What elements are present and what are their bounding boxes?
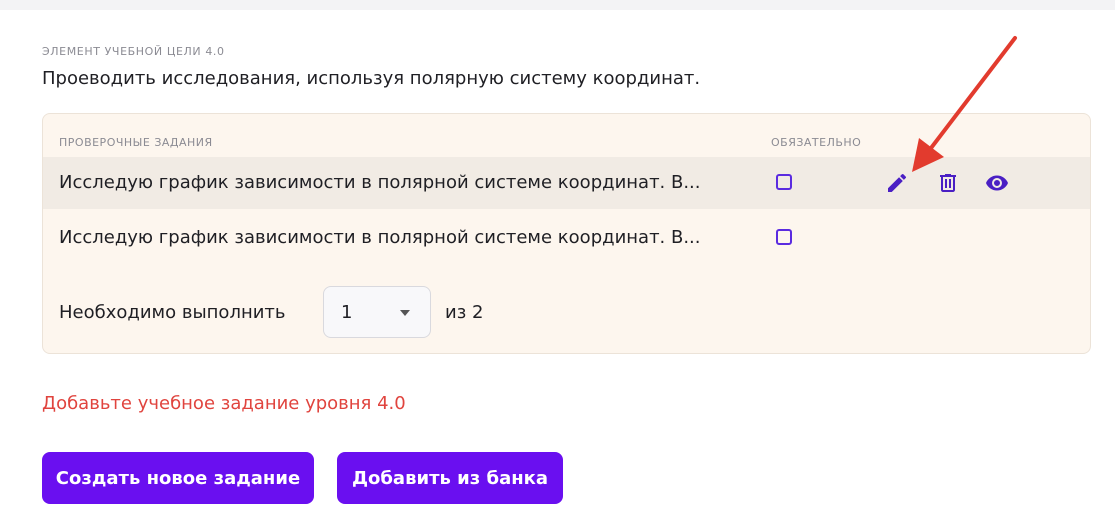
objective-eyebrow: ЭЛЕМЕНТ УЧЕБНОЙ ЦЕЛИ 4.0: [42, 45, 225, 58]
add-from-bank-button[interactable]: Добавить из банка: [337, 452, 563, 504]
required-checkbox[interactable]: [776, 174, 792, 190]
required-total-label: из 2: [445, 302, 484, 323]
task-row[interactable]: Исследую график зависимости в полярной с…: [43, 212, 1090, 264]
objective-text: Проеводить исследования, используя поляр…: [42, 68, 701, 89]
required-count-row: Необходимо выполнить 1 из 2: [59, 286, 659, 338]
top-divider-strip: [0, 0, 1115, 10]
task-title[interactable]: Исследую график зависимости в полярной с…: [59, 227, 771, 248]
create-task-button[interactable]: Создать новое задание: [42, 452, 314, 504]
column-header-tasks: ПРОВЕРОЧНЫЕ ЗАДАНИЯ: [59, 136, 213, 149]
column-header-required: ОБЯЗАТЕЛЬНО: [771, 136, 862, 149]
task-row[interactable]: Исследую график зависимости в полярной с…: [43, 157, 1090, 209]
task-title[interactable]: Исследую график зависимости в полярной с…: [59, 172, 771, 193]
required-count-select[interactable]: 1: [323, 286, 431, 338]
required-count-value: 1: [341, 302, 353, 323]
chevron-down-icon: [400, 310, 410, 316]
required-count-label: Необходимо выполнить: [59, 302, 286, 323]
eye-icon[interactable]: [985, 171, 1009, 195]
error-message: Добавьте учебное задание уровня 4.0: [42, 393, 406, 414]
pencil-icon[interactable]: [885, 171, 909, 195]
tasks-card: ПРОВЕРОЧНЫЕ ЗАДАНИЯ ОБЯЗАТЕЛЬНО Исследую…: [42, 113, 1091, 354]
required-checkbox[interactable]: [776, 229, 792, 245]
trash-icon[interactable]: [936, 171, 960, 195]
